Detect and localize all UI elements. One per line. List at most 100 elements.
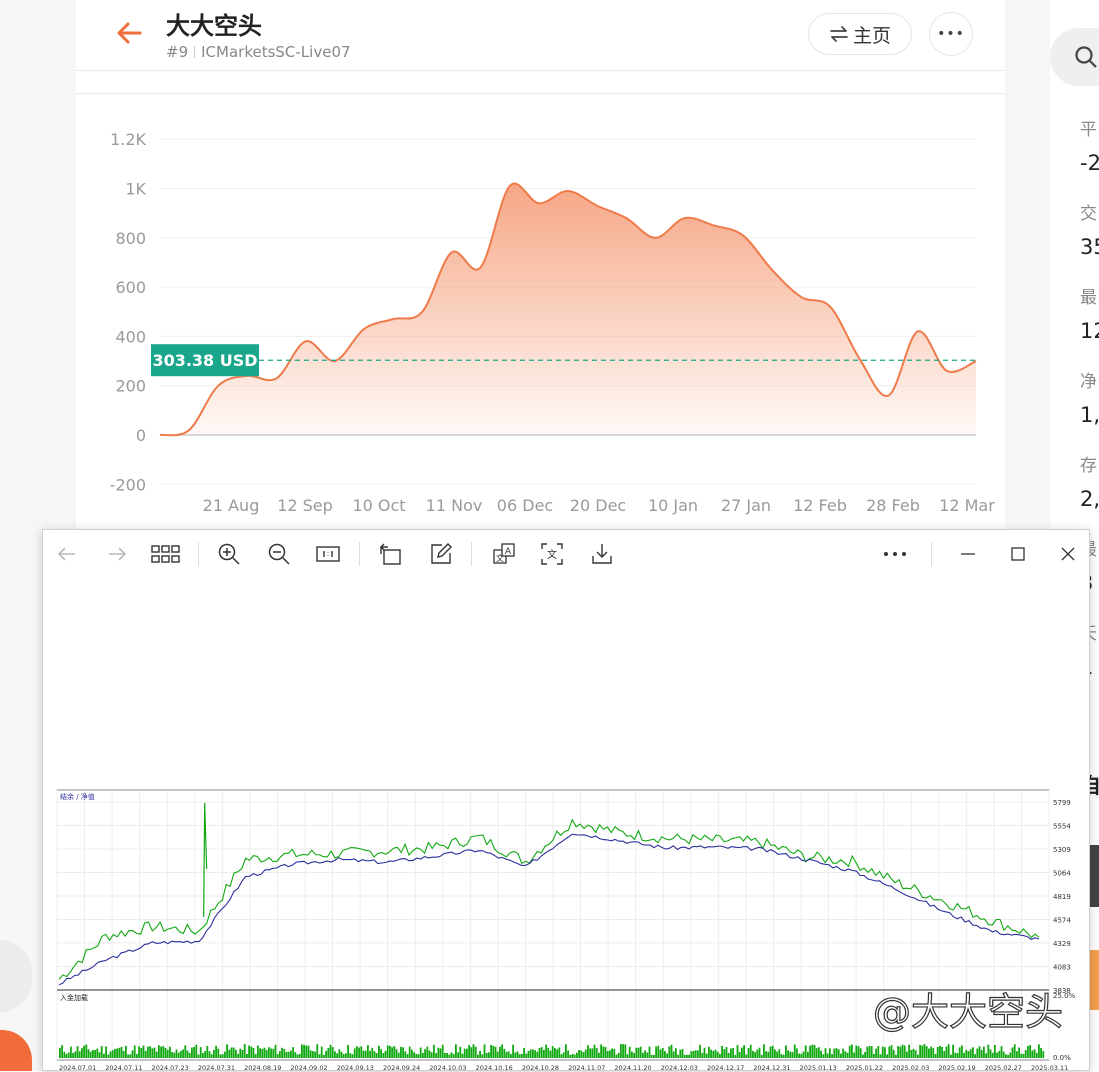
load-bar (103, 1054, 105, 1058)
load-bar (719, 1054, 721, 1058)
load-bar (508, 1052, 510, 1059)
load-bar (690, 1051, 692, 1058)
load-bar (787, 1050, 789, 1058)
load-bar (789, 1052, 791, 1058)
load-bar (1036, 1053, 1038, 1058)
load-bar (490, 1045, 492, 1058)
load-bar (970, 1049, 972, 1058)
load-bar (862, 1055, 864, 1059)
grid-view-icon[interactable] (150, 542, 182, 566)
load-bar (607, 1051, 609, 1058)
load-bar (772, 1046, 774, 1058)
edit-icon[interactable] (429, 542, 453, 566)
load-bar (882, 1047, 884, 1058)
translate-icon[interactable]: A文 (492, 542, 516, 566)
profit-chart: 1.2K1K8006004002000-200303.38 USD21 Aug1… (76, 100, 1005, 530)
load-bar (820, 1051, 822, 1058)
load-bar (114, 1049, 116, 1058)
thumbnail-image-2[interactable] (1090, 950, 1099, 1010)
stat-value: 12 (1080, 319, 1099, 343)
x-tick-label: 12 Feb (793, 496, 847, 515)
load-bar (235, 1050, 237, 1058)
load-bar (283, 1049, 285, 1058)
load-bar (677, 1055, 679, 1058)
account-title: 大大空头 (166, 6, 262, 41)
toolbar-separator (931, 542, 932, 566)
maximize-icon[interactable] (1006, 542, 1030, 566)
ocr-icon[interactable]: 文 (540, 542, 564, 566)
load-bar (737, 1045, 739, 1058)
load-bar (732, 1048, 734, 1058)
load-bar (270, 1049, 272, 1059)
minimize-icon[interactable] (956, 542, 980, 566)
load-bar (756, 1050, 758, 1058)
search-box[interactable] (1050, 28, 1099, 86)
load-bar (831, 1054, 833, 1058)
load-bar (365, 1051, 367, 1058)
load-bar (303, 1045, 305, 1058)
load-bar (200, 1047, 202, 1058)
load-bar (666, 1054, 668, 1059)
load-bar (686, 1055, 688, 1058)
zoom-in-icon[interactable] (217, 542, 241, 566)
load-bar (107, 1055, 109, 1058)
toolbar-separator (198, 542, 199, 566)
load-bar (151, 1048, 153, 1058)
load-bar (968, 1051, 970, 1058)
load-bar (352, 1054, 354, 1058)
load-bar (589, 1048, 591, 1058)
load-bar (250, 1047, 252, 1059)
more-options-icon[interactable] (881, 542, 909, 566)
load-bar (574, 1055, 576, 1059)
load-bar (697, 1050, 699, 1058)
load-bar (842, 1049, 844, 1058)
load-bar (869, 1046, 871, 1058)
load-bar (906, 1052, 908, 1058)
load-bar (1009, 1053, 1011, 1058)
zoom-out-icon[interactable] (267, 542, 291, 566)
load-bar (165, 1048, 167, 1058)
load-bar (928, 1049, 930, 1059)
load-bar (594, 1045, 596, 1058)
viewer-toolbar: A文 文 (43, 530, 1089, 576)
home-button[interactable]: 主页 (808, 13, 912, 55)
thumbnail-image[interactable] (1090, 845, 1099, 907)
load-bar (765, 1051, 767, 1058)
load-bar (741, 1048, 743, 1058)
load-bar (378, 1046, 380, 1058)
close-icon[interactable] (1056, 542, 1080, 566)
load-bar (930, 1047, 932, 1058)
load-bar (411, 1050, 413, 1058)
load-bar (261, 1049, 263, 1058)
load-bar (706, 1054, 708, 1058)
rotate-icon[interactable] (378, 542, 402, 566)
report-y-tick: 4329 (1053, 940, 1071, 948)
x-tick-label: 27 Jan (721, 496, 771, 515)
load-bar (558, 1048, 560, 1059)
load-bar (257, 1046, 259, 1058)
load-bar (957, 1053, 959, 1058)
back-arrow-icon[interactable] (112, 16, 146, 50)
load-bar (96, 1049, 98, 1058)
load-bar (877, 1046, 879, 1058)
load-bar (948, 1044, 950, 1058)
load-bar (367, 1045, 369, 1058)
actual-size-icon[interactable] (316, 542, 340, 566)
load-bar (334, 1051, 336, 1058)
load-bar (532, 1049, 534, 1058)
forward-icon[interactable] (105, 542, 129, 566)
load-bar (105, 1046, 107, 1058)
save-icon[interactable] (590, 542, 614, 566)
load-bar (937, 1047, 939, 1058)
load-bar (123, 1051, 125, 1058)
load-bar (233, 1048, 235, 1059)
back-icon[interactable] (55, 542, 79, 566)
load-bar (349, 1053, 351, 1058)
load-bar (182, 1049, 184, 1058)
load-bar (92, 1050, 94, 1058)
load-bar (292, 1047, 294, 1058)
load-bar (332, 1047, 334, 1058)
load-bar (286, 1052, 288, 1058)
more-button[interactable]: ••• (929, 12, 973, 56)
load-bar (708, 1047, 710, 1058)
